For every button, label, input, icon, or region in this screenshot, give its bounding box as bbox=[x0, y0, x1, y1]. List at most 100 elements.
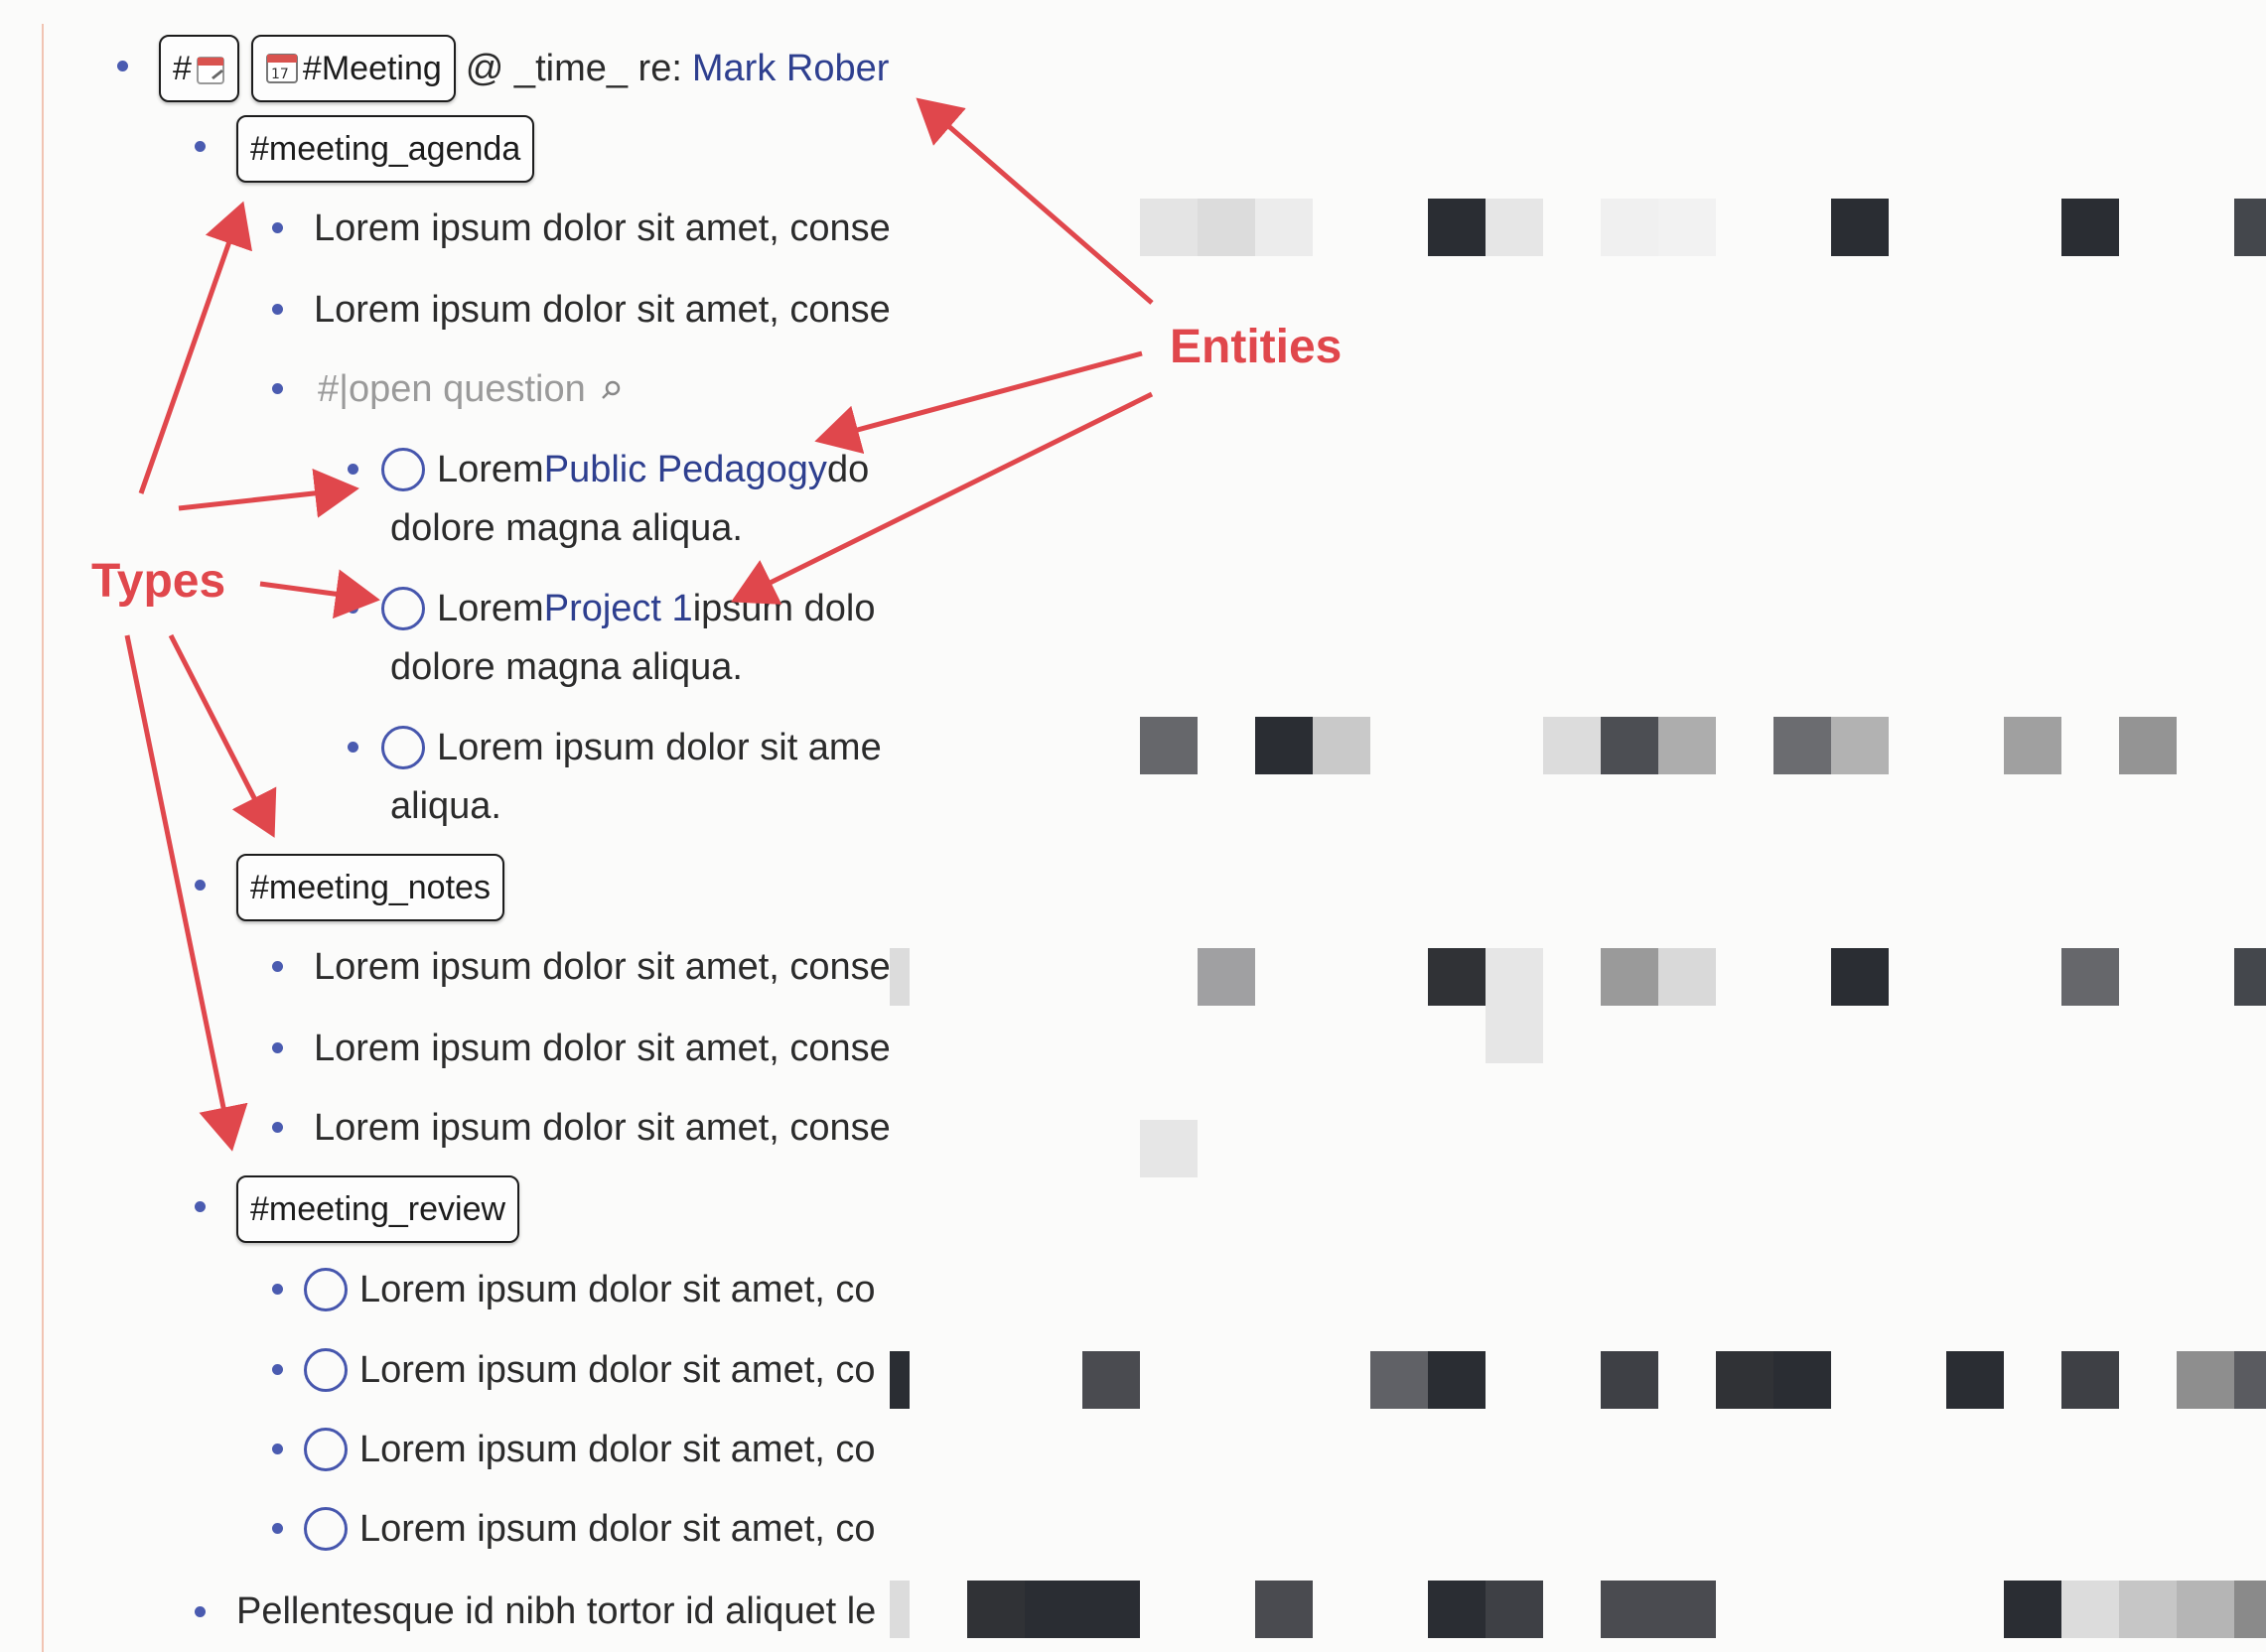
bullet[interactable] bbox=[195, 1606, 206, 1617]
task-checkbox[interactable] bbox=[304, 1507, 348, 1551]
bullet[interactable] bbox=[348, 742, 358, 753]
redaction-block bbox=[2177, 1581, 2234, 1638]
bullet[interactable] bbox=[195, 880, 206, 891]
redaction-block bbox=[1658, 948, 1716, 1006]
meeting-time-text: @ _time_ re: bbox=[465, 47, 682, 89]
task-item[interactable]: Lorem ipsum dolor sit ame bbox=[381, 723, 882, 772]
redaction-block bbox=[1255, 199, 1313, 256]
task-item[interactable]: Lorem ipsum dolor sit amet, co bbox=[304, 1345, 876, 1395]
redaction-block bbox=[1428, 199, 1486, 256]
bullet[interactable] bbox=[272, 1444, 283, 1454]
bullet[interactable] bbox=[272, 1364, 283, 1375]
redaction-block bbox=[2004, 717, 2061, 774]
redaction-block bbox=[890, 948, 910, 1006]
redaction-block bbox=[1601, 1351, 1658, 1409]
bullet[interactable] bbox=[272, 1042, 283, 1053]
task-item[interactable]: Lorem Project 1 ipsum dolo bbox=[381, 584, 875, 633]
meeting-notes-tag[interactable]: #meeting_notes bbox=[236, 854, 504, 921]
redaction-block bbox=[1140, 717, 1198, 774]
meeting-agenda-tag[interactable]: #meeting_agenda bbox=[236, 115, 535, 183]
bullet[interactable] bbox=[348, 603, 358, 614]
redaction-block bbox=[1025, 1581, 1082, 1638]
task-checkbox[interactable] bbox=[304, 1348, 348, 1392]
meeting-type-tag[interactable]: 17 #Meeting bbox=[250, 35, 456, 102]
redaction-block bbox=[1486, 1581, 1543, 1638]
redaction-block bbox=[1601, 948, 1658, 1006]
redaction-block bbox=[1313, 717, 1370, 774]
entity-link[interactable]: Project 1 bbox=[544, 588, 693, 630]
meeting-review-tag[interactable]: #meeting_review bbox=[236, 1175, 520, 1243]
redaction-block bbox=[1198, 199, 1255, 256]
redaction-block bbox=[1658, 717, 1716, 774]
entities-annotation-label: Entities bbox=[1170, 321, 1343, 373]
task-continuation: dolore magna aliqua. bbox=[390, 506, 743, 549]
list-item[interactable]: Lorem ipsum dolor sit amet, conse bbox=[314, 205, 891, 252]
task-item[interactable]: Lorem ipsum dolor sit amet, co bbox=[304, 1504, 876, 1554]
list-item[interactable]: Lorem ipsum dolor sit amet, conse bbox=[314, 1104, 891, 1152]
bullet[interactable] bbox=[272, 304, 283, 315]
redaction-block bbox=[2119, 1581, 2177, 1638]
task-continuation: aliqua. bbox=[390, 784, 501, 827]
redaction-block bbox=[2119, 717, 2177, 774]
redaction-block bbox=[1543, 717, 1601, 774]
task-checkbox[interactable] bbox=[304, 1268, 348, 1311]
redaction-block bbox=[2234, 1581, 2266, 1638]
bullet[interactable] bbox=[195, 1201, 206, 1212]
bullet[interactable] bbox=[272, 961, 283, 972]
bullet[interactable] bbox=[272, 1284, 283, 1295]
annotation-arrow bbox=[138, 201, 253, 494]
list-item[interactable]: Lorem ipsum dolor sit amet, conse bbox=[314, 286, 891, 334]
bullet[interactable] bbox=[272, 383, 283, 394]
task-item[interactable]: Lorem Public Pedagogy do bbox=[381, 445, 869, 494]
redaction-block bbox=[2061, 1581, 2119, 1638]
task-checkbox[interactable] bbox=[381, 726, 425, 769]
redaction-block bbox=[890, 1351, 910, 1409]
task-continuation: dolore magna aliqua. bbox=[390, 645, 743, 688]
open-question-tag[interactable]: #|open question bbox=[318, 365, 622, 413]
search-icon[interactable] bbox=[600, 368, 622, 411]
task-checkbox[interactable] bbox=[381, 587, 425, 630]
bullet[interactable] bbox=[117, 61, 128, 71]
notes-row: #meeting_notes bbox=[236, 854, 504, 921]
redaction-block bbox=[2234, 1351, 2266, 1409]
redaction-block bbox=[1601, 199, 1658, 256]
redaction-block bbox=[1716, 1351, 1773, 1409]
redaction-block bbox=[1255, 717, 1313, 774]
types-annotation-label: Types bbox=[91, 555, 226, 608]
redaction-block bbox=[1140, 1120, 1198, 1177]
redaction-block bbox=[2177, 1351, 2234, 1409]
review-row: #meeting_review bbox=[236, 1175, 520, 1243]
pixelated-redaction-area bbox=[890, 0, 2266, 1646]
redaction-block bbox=[1658, 1581, 1716, 1638]
meeting-header-row: # 17 #Meeting @ _time_ re: Mark Robertso… bbox=[159, 34, 960, 103]
bullet[interactable] bbox=[195, 141, 206, 152]
task-checkbox[interactable] bbox=[304, 1428, 348, 1471]
bullet[interactable] bbox=[272, 1523, 283, 1534]
calendar-icon: 17 bbox=[265, 53, 299, 84]
redaction-block bbox=[2061, 948, 2119, 1006]
redaction-block bbox=[1946, 1351, 2004, 1409]
bullet[interactable] bbox=[348, 464, 358, 475]
list-item[interactable]: Lorem ipsum dolor sit amet, conse bbox=[314, 1025, 891, 1072]
redaction-block bbox=[1486, 948, 1543, 1063]
bullet[interactable] bbox=[272, 222, 283, 233]
annotation-arrow bbox=[124, 634, 248, 1152]
annotation-arrow bbox=[259, 569, 380, 620]
redaction-block bbox=[2234, 948, 2266, 1006]
redaction-block bbox=[1601, 717, 1658, 774]
task-item[interactable]: Lorem ipsum dolor sit amet, co bbox=[304, 1265, 876, 1314]
redaction-block bbox=[2061, 199, 2119, 256]
redaction-block bbox=[1601, 1581, 1658, 1638]
outline-left-border bbox=[42, 24, 44, 1652]
redaction-block bbox=[1370, 1351, 1428, 1409]
list-item[interactable]: Pellentesque id nibh tortor id aliquet l… bbox=[236, 1586, 876, 1636]
redaction-block bbox=[1658, 199, 1716, 256]
list-item[interactable]: Lorem ipsum dolor sit amet, conse bbox=[314, 943, 891, 991]
svg-text:17: 17 bbox=[271, 67, 289, 82]
task-item[interactable]: Lorem ipsum dolor sit amet, co bbox=[304, 1425, 876, 1474]
bullet[interactable] bbox=[272, 1122, 283, 1133]
entity-link[interactable]: Public Pedagogy bbox=[544, 449, 827, 491]
calendar-hash-tag[interactable]: # bbox=[159, 35, 239, 102]
redaction-block bbox=[1831, 948, 1889, 1006]
task-checkbox[interactable] bbox=[381, 448, 425, 491]
